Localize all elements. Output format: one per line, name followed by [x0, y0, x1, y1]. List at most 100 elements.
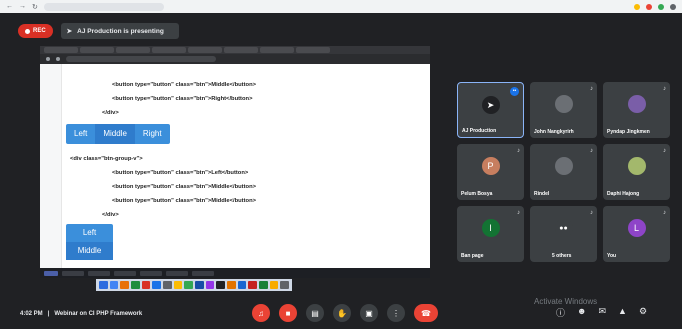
activities-icon[interactable]: ▲ [618, 306, 627, 319]
demo-button-left: Left [74, 129, 88, 138]
recording-badge: REC [18, 24, 53, 38]
participant-tile[interactable]: P ♪ Pelum Bosya [457, 144, 524, 200]
present-icon: ▣ [365, 308, 373, 318]
presenting-text: AJ Production is presenting [77, 27, 164, 35]
forward-icon[interactable]: → [19, 3, 26, 10]
participant-tile[interactable]: ➤ •• AJ Production [457, 82, 524, 138]
taskbar-item [166, 270, 188, 276]
dock-app-icon [99, 281, 108, 289]
extension-icon[interactable] [634, 3, 640, 10]
raise-hand-button[interactable]: ✋ [333, 304, 351, 322]
avatar [554, 95, 573, 113]
dock-app-icon [227, 281, 236, 289]
participant-name: 5 others [552, 253, 572, 259]
participant-tile[interactable]: ♪ John Nangkyrirh [530, 82, 597, 138]
demo-button-left: Left [82, 228, 97, 237]
more-options-button[interactable]: ⋮ [387, 304, 405, 322]
back-icon[interactable]: ← [6, 3, 13, 10]
captions-button[interactable]: ▤ [306, 304, 324, 322]
dock-app-icon [131, 281, 140, 289]
leave-call-button[interactable]: ☎ [414, 304, 438, 322]
demo-button-middle: Middle [66, 242, 113, 260]
mic-off-icon: ♪ [663, 86, 666, 92]
chat-icon[interactable]: ✉ [599, 306, 607, 319]
avatar: P [481, 157, 500, 175]
camera-off-icon: ■ [285, 308, 291, 318]
dock-app-icon [216, 281, 226, 289]
shared-tab [116, 47, 150, 53]
meeting-title: Webinar on CI PHP Framework [54, 310, 143, 317]
participant-name: John Nangkyrirh [534, 129, 574, 135]
participant-name: Pyndap Jingkmen [607, 129, 650, 135]
shared-tab [44, 47, 78, 53]
shared-browser-tabs [40, 46, 430, 54]
shared-tab [224, 47, 258, 53]
rec-label: REC [33, 28, 46, 34]
meeting-info: 4:02 PM | Webinar on CI PHP Framework [20, 311, 142, 317]
presenting-banner[interactable]: ➤ AJ Production is presenting [60, 23, 179, 39]
meeting-time: 4:02 PM [20, 310, 43, 317]
shared-tab [152, 47, 186, 53]
extension-icon[interactable] [646, 3, 652, 10]
taskbar-item [62, 270, 84, 276]
side-controls: ⓘ ☻ ✉ ▲ ⚙ [556, 306, 647, 319]
shared-nav-icon [46, 57, 50, 61]
call-controls: ♫ ■ ▤ ✋ ▣ ⋮ ☎ [252, 304, 438, 322]
taskbar-item [88, 270, 110, 276]
participant-name: Ban page [461, 253, 484, 259]
address-bar[interactable] [43, 2, 164, 11]
shared-tab [80, 47, 114, 53]
participant-tile-others[interactable]: ●● ♪ 5 others [530, 206, 597, 262]
mic-off-icon: ♪ [517, 148, 520, 154]
mic-off-icon: ♪ [590, 148, 593, 154]
hang-up-icon: ☎ [421, 308, 431, 318]
demo-btn-group-vertical: Left Middle [66, 224, 113, 260]
taskbar-item [192, 270, 214, 276]
mic-off-icon: ♪ [590, 210, 593, 216]
present-button[interactable]: ▣ [360, 304, 378, 322]
shared-tab [188, 47, 222, 53]
shared-nav-icon [56, 57, 60, 61]
participant-name: AJ Production [462, 128, 497, 134]
mic-off-icon: ♪ [663, 210, 666, 216]
code-line: <button type="button" class="btn">Middle… [112, 82, 257, 88]
participant-tile[interactable]: I ♪ Ban page [457, 206, 524, 262]
camera-toggle-button[interactable]: ■ [279, 304, 297, 322]
dock-app-icon [109, 281, 119, 289]
people-icon[interactable]: ☻ [577, 306, 586, 319]
shared-screen: <button type="button" class="btn">Middle… [40, 46, 430, 278]
info-icon[interactable]: ⓘ [556, 306, 565, 319]
demo-button-middle: Middle [95, 124, 135, 144]
dock-app-icon [205, 281, 215, 289]
participant-tile[interactable]: ♪ Rindel [530, 144, 597, 200]
participant-tile[interactable]: ♪ Pyndap Jingkmen [603, 82, 670, 138]
dock-app-icon [120, 281, 130, 289]
meeting-controls-bar: 4:02 PM | Webinar on CI PHP Framework ♫ … [0, 298, 682, 329]
mic-toggle-button[interactable]: ♫ [252, 304, 270, 322]
code-line: <button type="button" class="btn">Right<… [112, 96, 253, 102]
participant-tile-self[interactable]: L ♪ You [603, 206, 670, 262]
profile-icon[interactable] [670, 3, 676, 10]
avatar [627, 157, 646, 175]
dock-app-icon [259, 281, 268, 289]
participant-name: You [607, 253, 617, 259]
host-controls-icon[interactable]: ⚙ [639, 306, 647, 319]
shared-taskbar [40, 268, 430, 278]
mic-off-icon: ♪ [663, 148, 666, 154]
reload-icon[interactable]: ↻ [32, 3, 38, 11]
participant-name: Rindel [534, 191, 550, 197]
dock-app-icon [163, 281, 172, 289]
extension-icon[interactable] [658, 3, 664, 10]
mic-off-icon: ♫ [258, 308, 264, 318]
avatar: I [481, 219, 500, 237]
participant-tile[interactable]: ♪ Daphi Hajong [603, 144, 670, 200]
present-screen-icon: ➤ [66, 28, 73, 35]
captions-icon: ▤ [311, 308, 319, 318]
code-line: <button type="button" class="btn">Left</… [112, 170, 249, 176]
demo-btn-group-horizontal: Left Middle Right [66, 124, 170, 144]
meet-window: ← → ↻ REC ➤ AJ Production is presenting [0, 0, 682, 329]
dock-app-icon [280, 281, 290, 289]
avatar: L [627, 219, 646, 237]
taskbar-item [140, 270, 162, 276]
hand-icon: ✋ [337, 308, 347, 318]
